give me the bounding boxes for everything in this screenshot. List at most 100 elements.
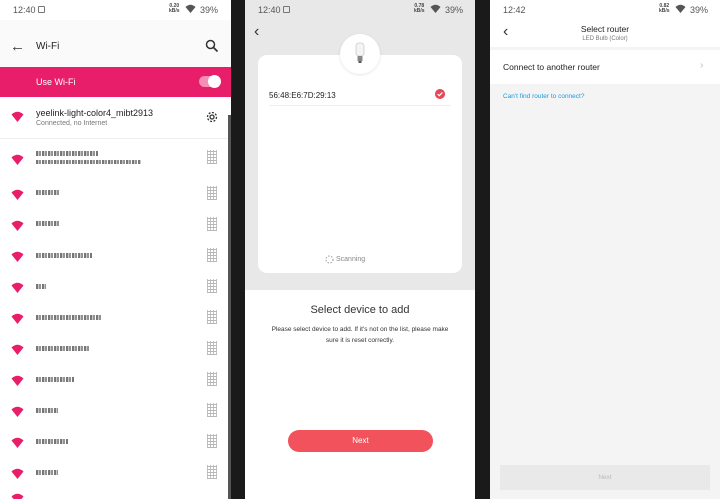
device-scan-area: ‹ 56:48:E6:7D:29:13 Scanning bbox=[245, 20, 475, 290]
wifi-signal-icon bbox=[11, 468, 24, 479]
wifi-signal-icon bbox=[11, 189, 24, 200]
list-item[interactable] bbox=[0, 240, 231, 271]
cant-find-router-link[interactable]: Can't find router to connect? bbox=[503, 93, 584, 100]
add-device-screen: 12:40 0.78 kB/s 39% ‹ 56:48:E6:7D:29:13 S… bbox=[245, 0, 475, 499]
obscured-network-name bbox=[36, 190, 60, 195]
battery-level: 39% bbox=[445, 5, 464, 15]
status-time: 12:40 bbox=[13, 5, 36, 15]
obscured-network-name bbox=[36, 253, 92, 258]
search-icon[interactable] bbox=[205, 39, 219, 53]
list-item[interactable] bbox=[0, 457, 231, 488]
lock-icon bbox=[207, 403, 217, 417]
header: ‹ Select router LED Bulb (Color) bbox=[490, 20, 720, 47]
lock-icon bbox=[207, 310, 217, 324]
obscured-network-name bbox=[36, 221, 60, 226]
wifi-signal-icon bbox=[11, 282, 24, 293]
list-item[interactable] bbox=[0, 395, 231, 426]
page-subtitle: LED Bulb (Color) bbox=[582, 36, 628, 42]
lock-icon bbox=[207, 434, 217, 448]
net-speed-unit: kB/s bbox=[659, 8, 670, 14]
back-arrow-icon[interactable]: ← bbox=[10, 39, 25, 54]
list-item[interactable] bbox=[0, 426, 231, 457]
wifi-signal-icon bbox=[11, 154, 24, 165]
chevron-right-icon: › bbox=[700, 60, 704, 71]
obscured-network-status bbox=[36, 160, 141, 164]
wifi-signal-icon bbox=[11, 375, 24, 386]
connected-network-row[interactable]: yeelink-light-color4_mibt2913 Connected,… bbox=[0, 97, 231, 139]
gear-icon[interactable] bbox=[205, 110, 219, 124]
status-bar: 12:40 0.78 kB/s 39% bbox=[245, 0, 475, 20]
obscured-network-name bbox=[36, 377, 74, 382]
network-speed: 0.20 kB/s bbox=[169, 4, 180, 14]
next-button[interactable]: Next bbox=[288, 430, 433, 452]
net-speed-unit: kB/s bbox=[169, 8, 180, 14]
device-mac: 56:48:E6:7D:29:13 bbox=[269, 91, 336, 100]
list-item[interactable] bbox=[0, 209, 231, 240]
add-device-panel: Select device to add Please select devic… bbox=[245, 290, 475, 499]
network-speed: 0.82 kB/s bbox=[659, 4, 670, 14]
obscured-network-name bbox=[36, 408, 58, 413]
wifi-status-icon bbox=[430, 4, 441, 13]
network-status: Connected, no Internet bbox=[36, 120, 108, 127]
wifi-signal-icon bbox=[11, 406, 24, 417]
next-button[interactable]: Next bbox=[500, 465, 710, 490]
scrollbar[interactable] bbox=[228, 115, 231, 499]
bulb-icon bbox=[355, 42, 365, 63]
bulb-avatar bbox=[340, 34, 380, 74]
wifi-signal-icon bbox=[11, 437, 24, 448]
network-name: yeelink-light-color4_mibt2913 bbox=[36, 108, 154, 118]
check-icon bbox=[435, 89, 445, 99]
wifi-settings-screen: 12:40 0.20 kB/s 39% ← Wi-Fi Use Wi-Fi yee… bbox=[0, 0, 231, 499]
obscured-network-name bbox=[36, 284, 46, 289]
lock-icon bbox=[207, 279, 217, 293]
back-chevron-icon[interactable]: ‹ bbox=[254, 24, 259, 40]
list-item[interactable] bbox=[0, 178, 231, 209]
select-router-screen: 12:42 0.82 kB/s 39% ‹ Select router LED B… bbox=[490, 0, 720, 499]
divider bbox=[269, 105, 451, 106]
connect-another-router-row[interactable]: Connect to another router › bbox=[490, 50, 720, 84]
wifi-toggle[interactable] bbox=[199, 75, 221, 88]
wifi-signal-icon bbox=[11, 493, 24, 499]
lock-icon bbox=[207, 465, 217, 479]
use-wifi-row[interactable]: Use Wi-Fi bbox=[0, 67, 231, 97]
panel-description: Please select device to add. If it's not… bbox=[271, 326, 449, 344]
scanning-label: Scanning bbox=[336, 256, 366, 263]
status-time: 12:42 bbox=[503, 5, 526, 15]
list-item[interactable] bbox=[0, 142, 231, 173]
list-item[interactable] bbox=[0, 364, 231, 395]
spinner-icon bbox=[325, 255, 334, 264]
net-speed-unit: kB/s bbox=[414, 8, 425, 14]
wifi-signal-icon bbox=[11, 220, 24, 231]
panel-title: Select device to add bbox=[310, 304, 410, 316]
connect-another-router-label: Connect to another router bbox=[503, 62, 600, 72]
status-time: 12:40 bbox=[258, 5, 281, 15]
page-title: Wi-Fi bbox=[36, 41, 60, 52]
app-bar: ← Wi-Fi bbox=[0, 20, 231, 67]
wifi-status-icon bbox=[675, 4, 686, 13]
wifi-signal-icon bbox=[11, 313, 24, 324]
lock-icon bbox=[207, 150, 217, 164]
wifi-signal-icon bbox=[11, 344, 24, 355]
lock-icon bbox=[207, 372, 217, 386]
status-bar: 12:40 0.20 kB/s 39% bbox=[0, 0, 231, 20]
obscured-network-name bbox=[36, 470, 58, 475]
list-item[interactable] bbox=[0, 271, 231, 302]
obscured-network-name bbox=[36, 346, 90, 351]
status-bar: 12:42 0.82 kB/s 39% bbox=[490, 0, 720, 20]
lock-icon bbox=[207, 186, 217, 200]
battery-level: 39% bbox=[200, 5, 219, 15]
wifi-status-icon bbox=[185, 4, 196, 13]
image-notification-icon bbox=[38, 6, 45, 13]
wifi-signal-icon bbox=[11, 251, 24, 262]
obscured-network-name bbox=[36, 151, 98, 156]
list-item[interactable] bbox=[0, 333, 231, 364]
device-list-card: 56:48:E6:7D:29:13 Scanning bbox=[258, 55, 462, 273]
list-item[interactable] bbox=[0, 488, 231, 499]
obscured-network-name bbox=[36, 315, 102, 320]
wifi-signal-icon bbox=[11, 111, 24, 122]
page-title: Select router bbox=[580, 24, 630, 34]
lock-icon bbox=[207, 248, 217, 262]
obscured-network-name bbox=[36, 439, 68, 444]
list-item[interactable] bbox=[0, 302, 231, 333]
lock-icon bbox=[207, 217, 217, 231]
